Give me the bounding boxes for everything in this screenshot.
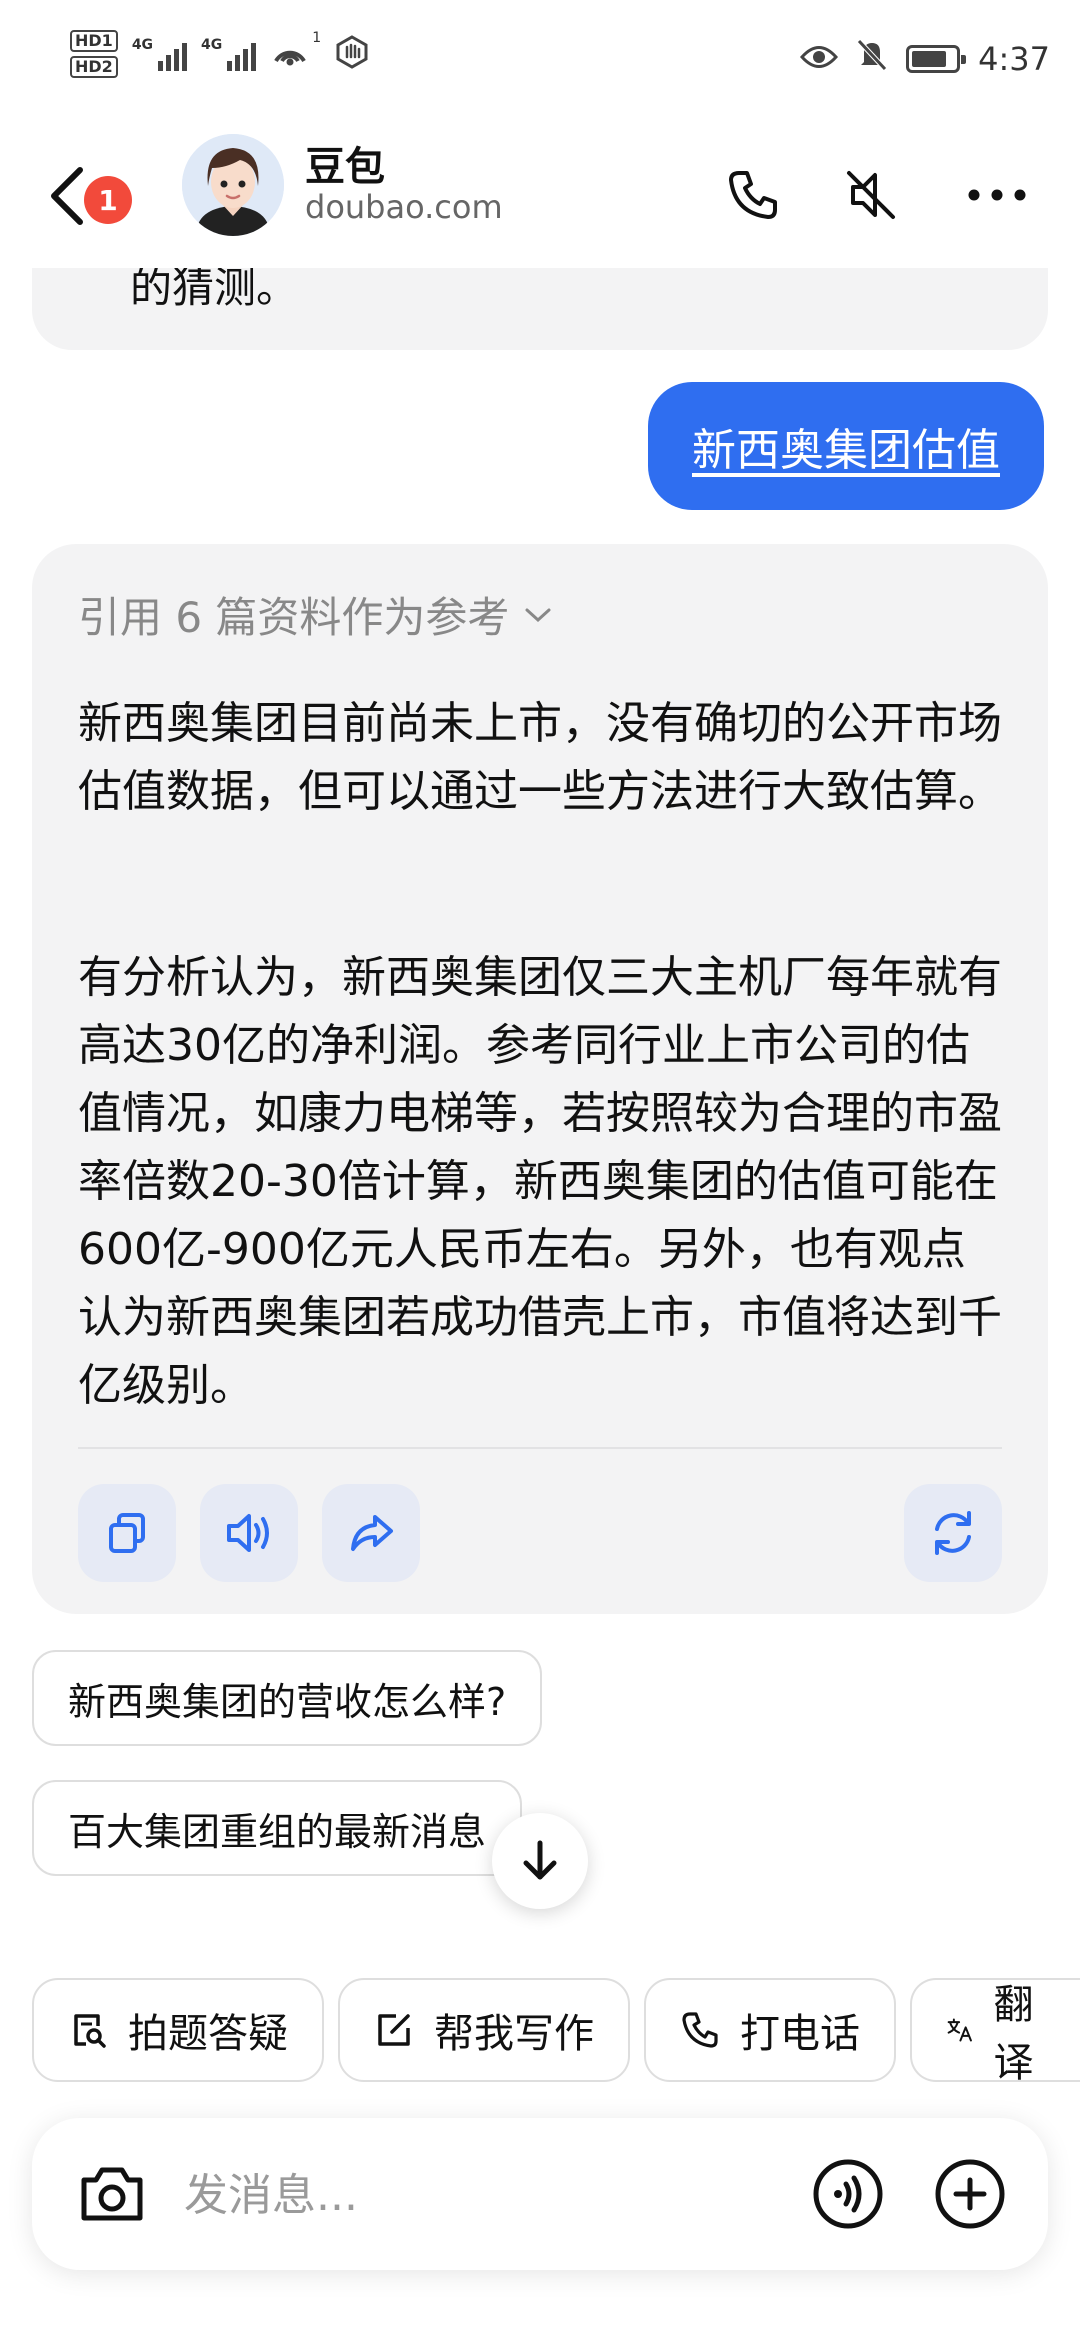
- share-icon: [351, 1515, 393, 1551]
- signal-2-icon: 4G: [201, 37, 257, 71]
- photo-search-icon: [74, 2014, 106, 2048]
- more-dots-icon: [968, 189, 1026, 201]
- chevron-left-icon: [51, 167, 83, 225]
- hd1-indicator: HD1: [70, 30, 118, 52]
- more-options-button[interactable]: [932, 2156, 1008, 2236]
- ai-reply-bubble: 引用 6 篇资料作为参考 新西奥集团目前尚未上市，没有确切的公开市场估值数据，但…: [32, 544, 1048, 1614]
- network-type-1: 4G: [131, 37, 154, 53]
- references-label: 引用 6 篇资料作为参考: [78, 593, 510, 642]
- mute-bell-icon: [856, 38, 888, 80]
- mute-speaker-button[interactable]: [836, 160, 906, 230]
- back-button[interactable]: 1: [48, 158, 138, 234]
- call-button[interactable]: [718, 160, 788, 230]
- network-type-2: 4G: [201, 37, 223, 53]
- quick-action-label: 打电话: [740, 2011, 860, 2057]
- camera-icon: [81, 2167, 143, 2221]
- voice-call-button[interactable]: [810, 2156, 886, 2236]
- chat-subtitle: doubao.com: [305, 188, 503, 226]
- copy-button[interactable]: [78, 1484, 176, 1582]
- read-aloud-button[interactable]: [200, 1484, 298, 1582]
- avatar[interactable]: [182, 134, 284, 236]
- hotspot-icon: [270, 35, 310, 73]
- hotspot-count: 1: [312, 30, 322, 46]
- phone-icon: [729, 171, 777, 219]
- quick-action-phone-call[interactable]: 打电话: [644, 1978, 896, 2082]
- eye-icon: [800, 40, 839, 78]
- plus-circle-icon: [935, 2159, 1005, 2229]
- share-button[interactable]: [322, 1484, 420, 1582]
- user-message-text: 新西奥集团估值: [692, 425, 1000, 476]
- quick-action-label: 翻译: [993, 1982, 1034, 2082]
- quick-action-translate[interactable]: 翻译: [910, 1978, 1080, 2082]
- reply-paragraph: 新西奥集团目前尚未上市，没有确切的公开市场估值数据，但可以通过一些方法进行大致估…: [78, 698, 1002, 817]
- reply-paragraph: 有分析认为，新西奥集团仅三大主机厂每年就有高达30亿的净利润。参考同行业上市公司…: [78, 952, 1002, 1411]
- message-input[interactable]: [184, 2160, 804, 2230]
- more-button[interactable]: [962, 160, 1032, 230]
- user-message-bubble[interactable]: 新西奥集团估值: [648, 382, 1044, 510]
- quick-action-photo-question[interactable]: 拍题答疑: [32, 1978, 324, 2082]
- voice-wave-icon: [813, 2159, 883, 2229]
- clock: 4:37: [978, 40, 1050, 78]
- quick-action-label: 帮我写作: [434, 2011, 594, 2057]
- quick-action-label: 拍题答疑: [128, 2011, 288, 2057]
- copy-icon: [109, 1513, 145, 1553]
- phone-icon: [682, 2012, 718, 2048]
- regenerate-button[interactable]: [904, 1484, 1002, 1582]
- message-composer: [32, 2118, 1048, 2270]
- camera-button[interactable]: [74, 2156, 150, 2236]
- suggestion-chip[interactable]: 百大集团重组的最新消息: [32, 1780, 523, 1876]
- suggestion-chip[interactable]: 新西奥集团的营收怎么样?: [32, 1650, 543, 1746]
- hand-shield-icon: [335, 35, 369, 73]
- speaker-muted-icon: [847, 171, 895, 219]
- arrow-down-icon: [523, 1840, 557, 1880]
- speaker-icon: [227, 1514, 269, 1552]
- chevron-down-icon: [525, 608, 551, 622]
- edit-icon: [378, 2014, 410, 2046]
- references-toggle[interactable]: 引用 6 篇资料作为参考: [78, 584, 553, 645]
- status-bar: HD1 HD2 4G 4G 1 4:37: [0, 0, 1080, 120]
- divider: [78, 1447, 1002, 1449]
- signal-1-icon: 4G: [131, 37, 188, 71]
- regenerate-icon: [935, 1511, 971, 1555]
- translate-icon: [947, 2018, 972, 2042]
- scroll-to-bottom-button[interactable]: [492, 1813, 588, 1909]
- status-left: HD1 HD2 4G 4G 1: [70, 30, 369, 78]
- chat-title: 豆包: [305, 144, 385, 190]
- chat-header: 1 豆包 doubao.com: [0, 120, 1080, 270]
- hd2-indicator: HD2: [70, 56, 118, 78]
- status-right: 4:37: [800, 38, 1050, 80]
- battery-icon: [906, 45, 967, 73]
- unread-badge: 1: [84, 176, 132, 224]
- hd-indicators: HD1 HD2: [70, 30, 118, 78]
- quick-action-writing[interactable]: 帮我写作: [338, 1978, 630, 2082]
